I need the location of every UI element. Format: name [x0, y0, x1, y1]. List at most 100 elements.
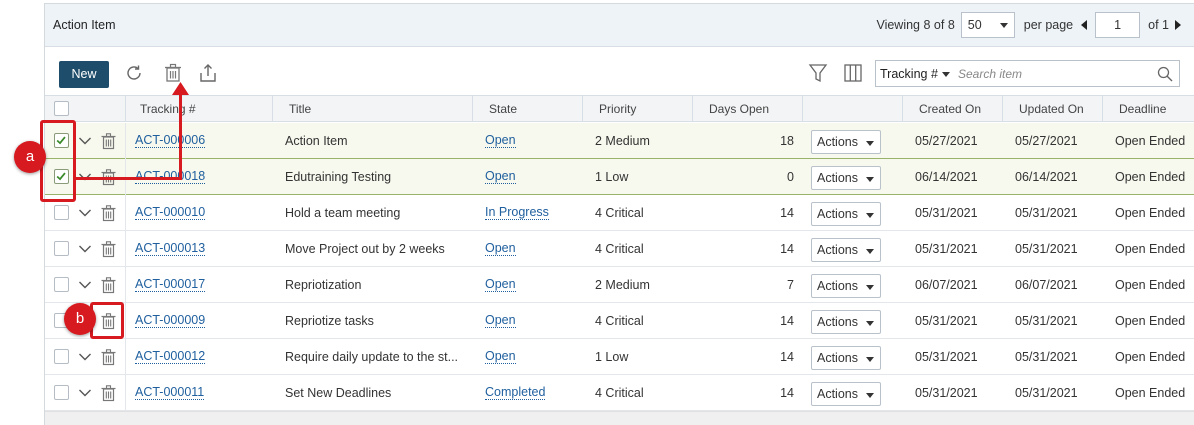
- row-checkbox[interactable]: [54, 241, 69, 256]
- table-row[interactable]: ACT-000017 Repriotization Open 2 Medium 7 Act…: [45, 267, 1194, 303]
- search-input[interactable]: Search item: [958, 67, 1022, 81]
- select-all-checkbox[interactable]: [54, 101, 69, 116]
- priority-cell: 2 Medium: [595, 134, 650, 148]
- column-created-on[interactable]: Created On: [902, 96, 1002, 122]
- updated-on-cell: 05/27/2021: [1015, 134, 1078, 148]
- table-row[interactable]: ACT-000009 Repriotize tasks Open 4 Critical…: [45, 303, 1194, 339]
- table-row[interactable]: ACT-000011 Set New Deadlines Completed 4 Cr…: [45, 375, 1194, 411]
- trash-icon[interactable]: [100, 348, 117, 366]
- state-link[interactable]: Open: [485, 159, 580, 195]
- tracking-link[interactable]: ACT-000006: [135, 123, 265, 159]
- row-checkbox[interactable]: [54, 277, 69, 292]
- days-open-cell: 14: [780, 314, 794, 328]
- tracking-link[interactable]: ACT-000012: [135, 339, 265, 375]
- expand-row-icon[interactable]: [78, 244, 92, 254]
- trash-icon[interactable]: [100, 240, 117, 258]
- actions-dropdown[interactable]: Actions: [811, 238, 881, 262]
- state-link[interactable]: In Progress: [485, 195, 580, 231]
- panel-title: Action Item: [53, 18, 116, 32]
- chevron-down-icon: [866, 393, 874, 398]
- updated-on-cell: 05/31/2021: [1015, 314, 1078, 328]
- expand-row-icon[interactable]: [78, 208, 92, 218]
- title-cell: Action Item: [285, 134, 348, 148]
- row-checkbox[interactable]: [54, 385, 69, 400]
- columns-icon[interactable]: [842, 62, 864, 84]
- chevron-down-icon: [866, 249, 874, 254]
- expand-row-icon[interactable]: [78, 136, 92, 146]
- state-link[interactable]: Open: [485, 123, 580, 159]
- trash-icon[interactable]: [100, 132, 117, 150]
- actions-dropdown[interactable]: Actions: [811, 130, 881, 154]
- page-total: of 1: [1148, 18, 1169, 32]
- created-on-cell: 06/07/2021: [915, 278, 978, 292]
- horizontal-scrollbar[interactable]: [45, 411, 1194, 425]
- row-checkbox[interactable]: [54, 349, 69, 364]
- actions-dropdown[interactable]: Actions: [811, 166, 881, 190]
- table-row[interactable]: ACT-000018 Edutraining Testing Open 1 Low 0 A…: [45, 159, 1194, 195]
- actions-dropdown[interactable]: Actions: [811, 310, 881, 334]
- next-page-icon[interactable]: [1175, 20, 1181, 30]
- tracking-link[interactable]: ACT-000011: [135, 375, 265, 411]
- column-state[interactable]: State: [472, 96, 582, 122]
- table-row[interactable]: ACT-000013 Move Project out by 2 weeks Ope…: [45, 231, 1194, 267]
- days-open-cell: 18: [780, 134, 794, 148]
- table-row[interactable]: ACT-000010 Hold a team meeting In Progress…: [45, 195, 1194, 231]
- chevron-down-icon: [866, 285, 874, 290]
- state-link[interactable]: Open: [485, 339, 580, 375]
- column-tracking[interactable]: Tracking #: [125, 96, 272, 122]
- column-deadline[interactable]: Deadline: [1102, 96, 1194, 122]
- chevron-down-icon: [999, 22, 1008, 28]
- search-field-select[interactable]: Tracking #: [880, 67, 938, 81]
- priority-cell: 1 Low: [595, 170, 629, 184]
- column-priority[interactable]: Priority: [582, 96, 692, 122]
- updated-on-cell: 06/07/2021: [1015, 278, 1078, 292]
- filter-icon[interactable]: [807, 62, 829, 84]
- tracking-link[interactable]: ACT-000017: [135, 267, 265, 303]
- deadline-cell: Open Ended: [1115, 314, 1186, 328]
- prev-page-icon[interactable]: [1081, 20, 1088, 30]
- actions-dropdown[interactable]: Actions: [811, 202, 881, 226]
- days-open-cell: 14: [780, 206, 794, 220]
- search-icon[interactable]: [1157, 66, 1173, 82]
- chevron-down-icon: [866, 357, 874, 362]
- chevron-down-icon: [866, 141, 874, 146]
- table-row[interactable]: ACT-000006 Action Item Open 2 Medium 18 Actio…: [45, 123, 1194, 159]
- actions-dropdown[interactable]: Actions: [811, 382, 881, 406]
- annotation-marker-b: b: [64, 303, 96, 335]
- deadline-cell: Open Ended: [1115, 134, 1186, 148]
- updated-on-cell: 06/14/2021: [1015, 170, 1078, 184]
- tracking-link[interactable]: ACT-000009: [135, 303, 265, 339]
- state-link[interactable]: Open: [485, 231, 580, 267]
- search-box[interactable]: Tracking # Search item: [875, 60, 1180, 87]
- title-cell: Set New Deadlines: [285, 386, 392, 400]
- expand-row-icon[interactable]: [78, 352, 92, 362]
- page-input[interactable]: 1: [1095, 12, 1141, 38]
- trash-icon[interactable]: [162, 62, 184, 84]
- state-link[interactable]: Completed: [485, 375, 580, 411]
- column-days-open[interactable]: Days Open: [692, 96, 802, 122]
- tracking-link[interactable]: ACT-000013: [135, 231, 265, 267]
- expand-row-icon[interactable]: [78, 388, 92, 398]
- trash-icon[interactable]: [100, 384, 117, 402]
- actions-dropdown[interactable]: Actions: [811, 346, 881, 370]
- table-row[interactable]: ACT-000012 Require daily update to the st…: [45, 339, 1194, 375]
- refresh-icon[interactable]: [123, 62, 145, 84]
- export-icon[interactable]: [197, 62, 219, 84]
- panel-header: Action Item Viewing 8 of 8 50 per page 1…: [45, 4, 1194, 47]
- column-title[interactable]: Title: [272, 96, 472, 122]
- column-updated-on[interactable]: Updated On: [1002, 96, 1102, 122]
- days-open-cell: 14: [780, 350, 794, 364]
- row-checkbox[interactable]: [54, 205, 69, 220]
- chevron-down-icon[interactable]: [942, 72, 950, 77]
- new-button[interactable]: New: [59, 61, 109, 88]
- tracking-link[interactable]: ACT-000010: [135, 195, 265, 231]
- expand-row-icon[interactable]: [78, 280, 92, 290]
- state-link[interactable]: Open: [485, 267, 580, 303]
- trash-icon[interactable]: [100, 204, 117, 222]
- updated-on-cell: 05/31/2021: [1015, 386, 1078, 400]
- per-page-select[interactable]: 50: [960, 12, 1015, 38]
- per-page-label: per page: [1023, 18, 1074, 32]
- actions-dropdown[interactable]: Actions: [811, 274, 881, 298]
- state-link[interactable]: Open: [485, 303, 580, 339]
- trash-icon[interactable]: [100, 276, 117, 294]
